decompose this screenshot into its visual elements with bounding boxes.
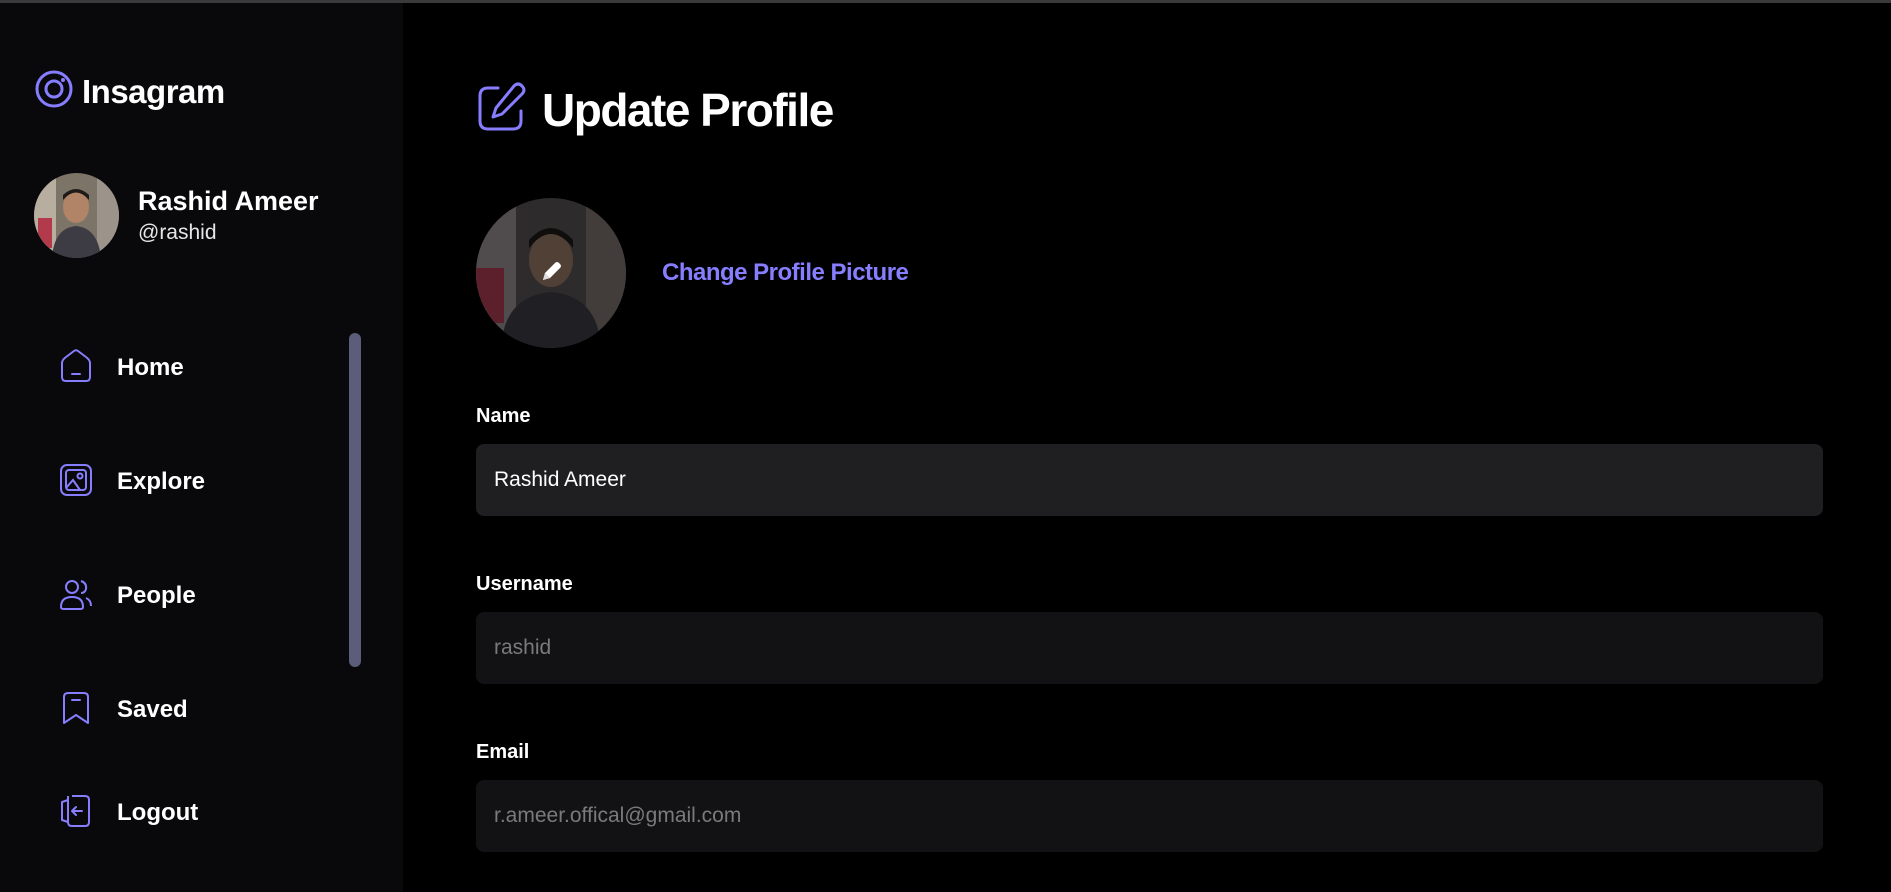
sidebar-scrollbar[interactable] [349, 333, 361, 667]
instagram-logo-icon [34, 69, 74, 114]
change-profile-picture-link[interactable]: Change Profile Picture [662, 259, 909, 287]
home-icon [58, 348, 94, 389]
profile-handle: @rashid [138, 220, 217, 244]
username-field[interactable] [476, 612, 1823, 684]
sidebar-item-label: Logout [117, 799, 199, 826]
main-content: Update Profile Change Profile Picture Na… [403, 3, 1891, 892]
app-logo[interactable]: Insagram [34, 69, 225, 114]
email-label: Email [476, 741, 530, 763]
sidebar-item-saved[interactable]: Saved [58, 685, 188, 735]
edit-icon [476, 81, 528, 138]
sidebar-item-label: People [117, 582, 196, 609]
email-field[interactable] [476, 780, 1823, 852]
sidebar: Insagram Rashid Ameer @rashid Home Explo… [0, 3, 403, 892]
name-field[interactable] [476, 444, 1823, 516]
people-icon [58, 576, 94, 617]
profile-name: Rashid Ameer [138, 185, 319, 216]
sidebar-item-logout[interactable]: Logout [58, 788, 198, 838]
sidebar-item-home[interactable]: Home [58, 343, 184, 393]
sidebar-profile[interactable]: Rashid Ameer @rashid [34, 173, 319, 258]
page-title: Update Profile [542, 83, 834, 136]
sidebar-item-people[interactable]: People [58, 571, 196, 621]
username-label: Username [476, 573, 573, 595]
app-name: Insagram [82, 72, 225, 110]
profile-picture[interactable] [476, 198, 626, 348]
bookmark-icon [58, 690, 94, 731]
logout-icon [58, 793, 94, 834]
sidebar-item-label: Saved [117, 696, 188, 723]
sidebar-item-label: Home [117, 354, 184, 381]
sidebar-item-explore[interactable]: Explore [58, 457, 205, 507]
gallery-icon [58, 462, 94, 503]
name-label: Name [476, 405, 531, 427]
page-header: Update Profile [476, 81, 834, 138]
sidebar-item-label: Explore [117, 468, 206, 495]
avatar [34, 173, 119, 258]
